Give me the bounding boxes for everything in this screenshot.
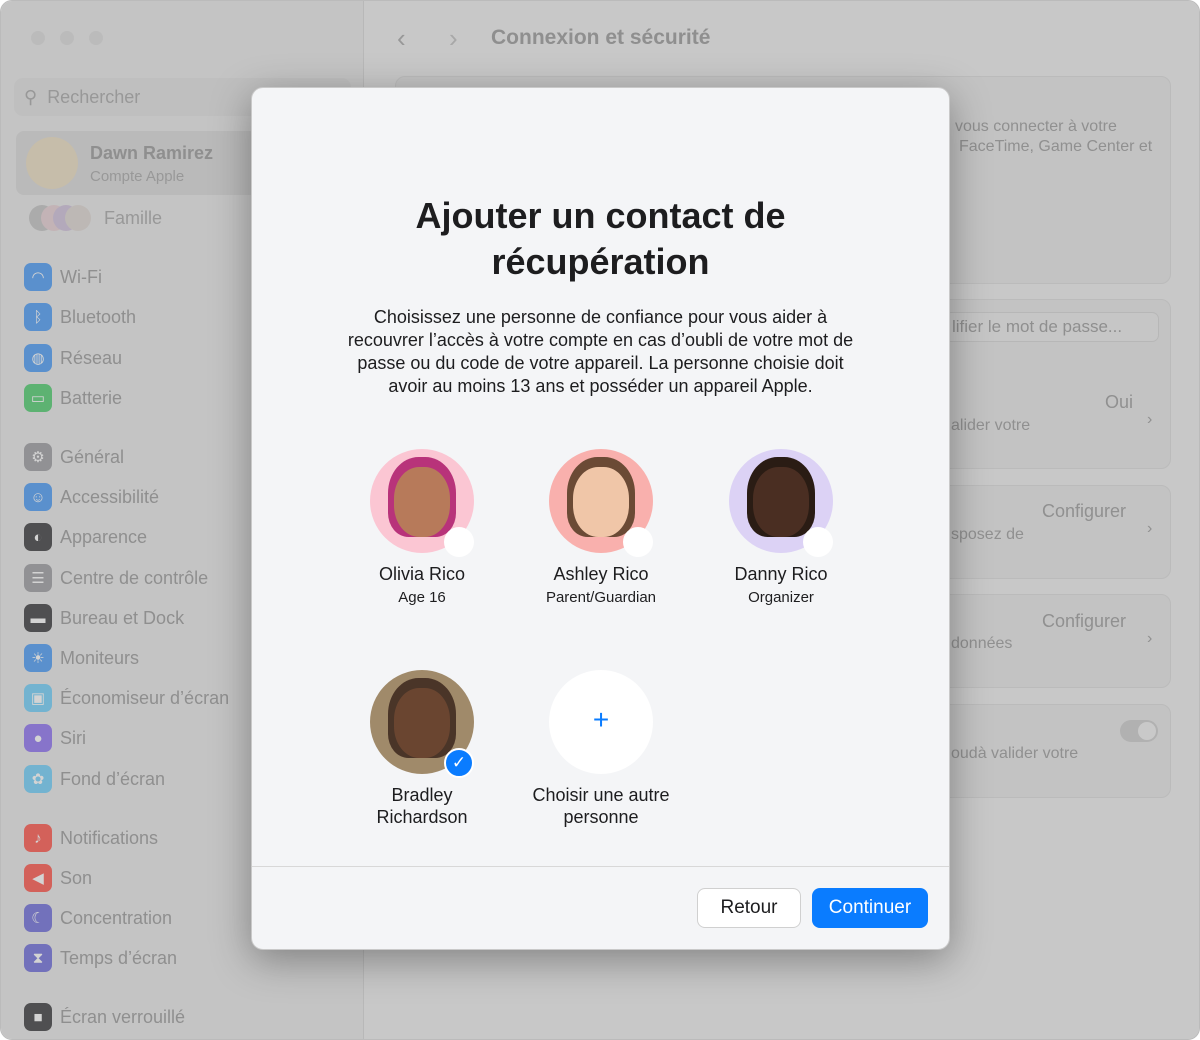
contact-option[interactable]: Ashley Rico Parent/Guardian — [511, 449, 691, 606]
avatar — [549, 449, 653, 557]
dialog-footer-divider — [252, 866, 949, 867]
person-name: Choisir une autre personne — [532, 785, 670, 827]
selection-indicator — [623, 527, 653, 557]
person-role: Parent/Guardian — [545, 589, 657, 606]
contact-option[interactable]: Danny Rico Organizer — [691, 449, 871, 606]
dialog-title: Ajouter un contact de récupération — [415, 195, 786, 282]
person-name: Danny Rico — [734, 564, 828, 584]
person-name: Olivia Rico — [378, 564, 466, 584]
avatar — [370, 449, 474, 557]
continue-button[interactable]: Continuer — [812, 888, 928, 928]
person-role: Organizer — [748, 589, 814, 606]
avatar — [729, 449, 833, 557]
checkmark-icon: ✓ — [444, 748, 474, 778]
recovery-contact-dialog: Ajouter un contact de récupération Chois… — [251, 87, 950, 950]
avatar: ✓ — [370, 670, 474, 778]
dialog-description: Choisissez une personne de confiance pou… — [347, 307, 854, 396]
contact-option[interactable]: Olivia Rico Age 16 — [332, 449, 512, 606]
contact-option[interactable]: ✓ Bradley Richardson — [332, 670, 512, 828]
selection-indicator — [803, 527, 833, 557]
person-role: Age 16 — [398, 589, 446, 606]
back-button[interactable]: Retour — [697, 888, 801, 928]
selection-indicator — [444, 527, 474, 557]
person-name: Ashley Rico — [553, 564, 649, 584]
choose-other-person[interactable]: + Choisir une autre personne — [511, 670, 691, 828]
plus-icon: + — [592, 704, 610, 735]
person-name: Bradley Richardson — [376, 785, 468, 827]
